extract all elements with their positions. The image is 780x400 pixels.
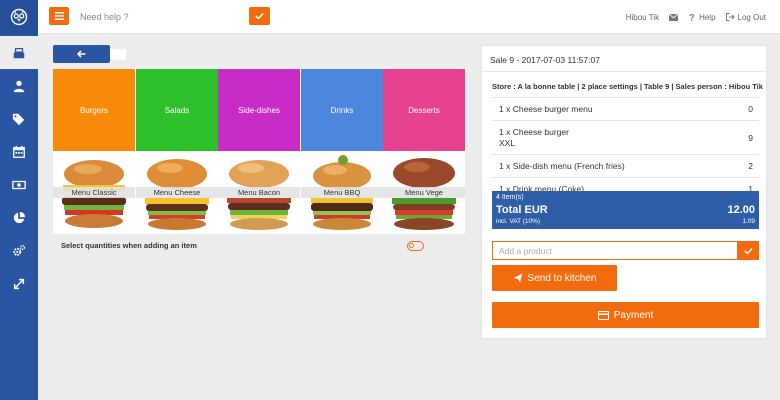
help-submit-button[interactable] [249, 7, 270, 25]
vat-label: incl. VAT (10%) [496, 218, 541, 225]
logout-link[interactable]: Log Out [725, 12, 766, 22]
sale-title: Sale 9 - 2017-07-03 11:57:07 [490, 55, 600, 65]
back-tab-extension [110, 49, 126, 60]
line-quantity: 0 [748, 104, 753, 114]
product-label: Menu Bacon [218, 187, 300, 198]
sidebar [0, 0, 38, 400]
product-label: Menu Classic [53, 187, 135, 198]
total-label: Total EUR [496, 204, 548, 216]
product-menu-vege[interactable]: Menu Vege [383, 152, 465, 234]
vat-value: 1.09 [742, 218, 755, 225]
category-label: Burgers [79, 105, 108, 115]
category-label: Desserts [408, 105, 440, 115]
divider [482, 71, 766, 72]
sale-lines: 1 x Cheese burger menu 0 1 x Cheese burg… [492, 97, 759, 200]
product-menu-bacon[interactable]: Menu Bacon [218, 152, 300, 234]
messages-link[interactable] [669, 13, 679, 21]
product-grid: Burgers Salads Side-dishes Drinks Desser… [53, 69, 465, 234]
help-label: Help [699, 12, 716, 22]
add-product-button[interactable] [738, 241, 759, 260]
expand-icon[interactable] [0, 267, 38, 300]
product-menu-cheese[interactable]: Menu Cheese [136, 152, 218, 234]
category-label: Drinks [330, 105, 354, 115]
category-salads[interactable]: Salads [136, 69, 218, 151]
send-to-kitchen-button[interactable]: Send to kitchen [492, 265, 617, 291]
menu-button[interactable] [49, 7, 69, 25]
cash-register-icon[interactable] [0, 36, 38, 69]
cogs-icon[interactable] [0, 234, 38, 267]
check-icon [255, 12, 264, 20]
send-to-kitchen-label: Send to kitchen [527, 272, 597, 284]
sale-line[interactable]: 1 x Cheese burger XXL 9 [492, 120, 759, 154]
back-button[interactable] [53, 45, 110, 63]
hamburger-icon [54, 12, 64, 20]
product-label: Menu Vege [383, 187, 465, 198]
category-label: Salads [164, 105, 190, 115]
total-value: 12.00 [727, 204, 755, 216]
credit-card-icon [597, 310, 609, 320]
payment-label: Payment [613, 309, 654, 321]
owl-logo-icon[interactable] [0, 0, 38, 34]
category-burgers[interactable]: Burgers [53, 69, 135, 151]
payment-button[interactable]: Payment [492, 302, 759, 328]
calendar-icon[interactable] [0, 135, 38, 168]
product-menu-bbq[interactable]: Menu BBQ [301, 152, 383, 234]
line-option: XXL [499, 138, 516, 148]
items-count: 4 Item(s) [496, 194, 524, 201]
arrow-left-icon [77, 50, 86, 58]
category-side-dishes[interactable]: Side-dishes [218, 69, 300, 151]
product-menu-classic[interactable]: Menu Classic [53, 152, 135, 234]
line-description: 1 x Cheese burger [499, 127, 569, 137]
line-description: 1 x Side-dish menu (French fries) [499, 161, 625, 171]
quantity-option-label: Select quantities when adding an item [61, 241, 197, 250]
tags-icon[interactable] [0, 102, 38, 135]
sale-panel: Sale 9 - 2017-07-03 11:57:07 Store : A l… [481, 45, 767, 339]
logout-label: Log Out [737, 12, 766, 22]
line-quantity: 9 [748, 133, 753, 143]
store-info: Store : A la bonne table | 2 place setti… [492, 82, 763, 91]
line-quantity: 2 [748, 161, 753, 171]
product-label: Menu BBQ [301, 187, 383, 198]
paper-plane-icon [513, 273, 523, 283]
quantity-toggle[interactable] [407, 241, 424, 251]
money-bill-icon[interactable] [0, 168, 38, 201]
add-product-input[interactable] [492, 241, 738, 260]
check-icon [744, 247, 753, 255]
top-bar: Hibou Tik ? Help Log Out [38, 0, 780, 34]
product-label: Menu Cheese [136, 187, 218, 198]
help-link[interactable]: ? Help [688, 13, 715, 22]
user-name[interactable]: Hibou Tik [626, 13, 659, 22]
user-icon[interactable] [0, 69, 38, 102]
help-search-input[interactable] [74, 8, 244, 26]
totals-box: 4 Item(s) Total EUR 12.00 incl. VAT (10%… [492, 191, 759, 229]
sign-out-icon [725, 13, 735, 21]
question-icon: ? [689, 13, 695, 21]
toggle-knob [409, 243, 414, 248]
sale-line[interactable]: 1 x Cheese burger menu 0 [492, 97, 759, 120]
envelope-icon [669, 13, 679, 21]
category-label: Side-dishes [238, 105, 280, 115]
category-drinks[interactable]: Drinks [301, 69, 383, 151]
category-desserts[interactable]: Desserts [383, 69, 465, 151]
pie-chart-icon[interactable] [0, 201, 38, 234]
top-right-links: Hibou Tik ? Help Log Out [626, 0, 766, 34]
line-description: 1 x Cheese burger menu [499, 104, 593, 114]
sale-line[interactable]: 1 x Side-dish menu (French fries) 2 [492, 154, 759, 177]
svg-text:?: ? [689, 13, 695, 21]
